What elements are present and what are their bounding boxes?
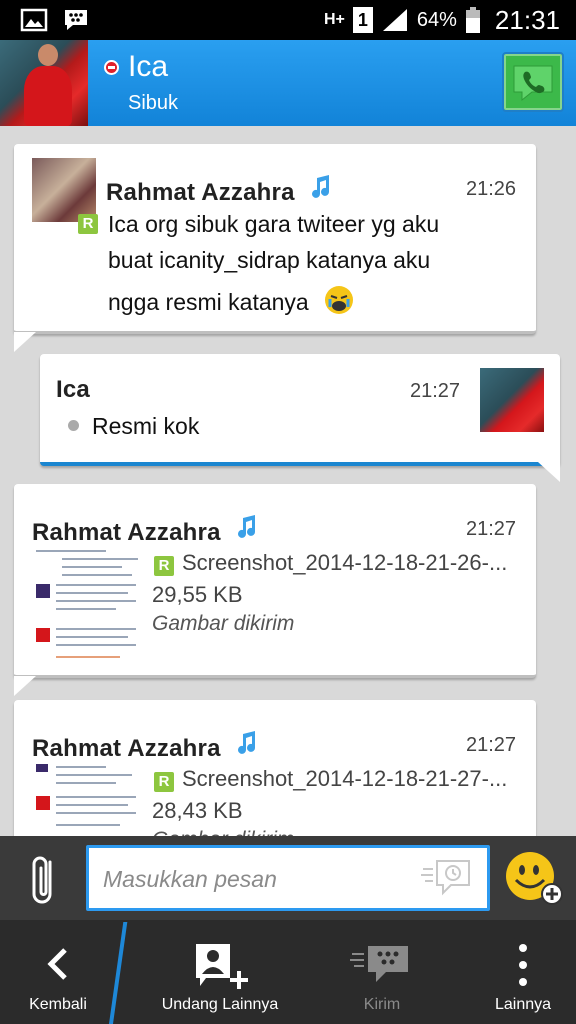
contact-avatar[interactable] <box>0 40 88 126</box>
status-bar: H+ 1 64% 21:31 <box>0 0 576 40</box>
phone-icon <box>513 65 553 102</box>
music-note-icon <box>237 515 255 538</box>
read-receipt-icon: R <box>78 214 98 234</box>
message-time: 21:27 <box>466 518 517 540</box>
bottom-action-bar: Kembali Undang Lainnya Kirim Lainnya <box>0 920 576 1024</box>
chat-screen: H+ 1 64% 21:31 Ica Sibuk Rahmat Azzahra … <box>0 0 576 1024</box>
gallery-icon <box>20 8 48 32</box>
own-avatar[interactable] <box>480 368 544 432</box>
music-note-icon <box>311 175 329 198</box>
network-type: H+ <box>323 11 345 28</box>
file-name: Screenshot_2014-12-18-21-26-... <box>182 550 508 575</box>
invite-others-label: Undang Lainnya <box>161 996 279 1013</box>
speech-bubble-icon <box>421 860 470 896</box>
file-name: Screenshot_2014-12-18-21-27-... <box>182 766 508 791</box>
image-thumbnail[interactable] <box>32 762 144 836</box>
sender-name: Rahmat Azzahra <box>32 735 221 762</box>
sender-name-wrap: Rahmat Azzahra <box>32 730 258 763</box>
contact-status: Sibuk <box>128 92 179 114</box>
message-line: ngga resmi katanya <box>108 289 309 315</box>
invite-contact-icon <box>196 944 248 989</box>
send-label: Kirim <box>363 996 401 1013</box>
back-chevron-icon <box>47 948 67 980</box>
music-note-icon <box>237 731 255 754</box>
bbm-icon <box>65 10 87 30</box>
back-button[interactable]: Kembali <box>0 920 116 1024</box>
message-time: 21:26 <box>466 178 517 200</box>
chat-header <box>0 40 576 126</box>
message-time: 21:27 <box>410 380 461 402</box>
message-bubble-incoming[interactable]: Rahmat Azzahra 21:27 R Screenshot_2014-1… <box>14 700 536 836</box>
message-bubble-outgoing[interactable]: Ica 21:27 Resmi kok <box>40 354 560 466</box>
message-text: R Ica org sibuk gara twiteer yg aku buat … <box>78 206 528 320</box>
attachment-paperclip-icon[interactable] <box>26 852 62 908</box>
sender-name-wrap: Rahmat Azzahra <box>32 514 258 547</box>
clock: 21:31 <box>494 4 560 35</box>
compose-bar: Masukkan pesan <box>0 836 576 920</box>
more-vertical-icon <box>519 944 527 986</box>
file-size: 28,43 KB <box>152 798 243 823</box>
sender-avatar[interactable] <box>32 158 96 222</box>
message-list[interactable]: Rahmat Azzahra 21:26 R Ica org sibuk gara… <box>0 126 576 836</box>
message-bubble-incoming[interactable]: Rahmat Azzahra 21:26 R Ica org sibuk gara… <box>14 144 536 334</box>
sender-name: Ica <box>56 376 90 403</box>
message-input-placeholder: Masukkan pesan <box>103 866 277 892</box>
busy-status-icon <box>104 60 119 75</box>
back-label: Kembali <box>29 996 87 1013</box>
sim-number: 1 <box>357 10 368 30</box>
battery-percent: 64% <box>416 8 457 31</box>
sim-badge: 1 <box>352 7 373 33</box>
sender-name: Rahmat Azzahra <box>106 179 295 206</box>
message-input[interactable]: Masukkan pesan <box>86 845 490 911</box>
send-button[interactable]: Kirim <box>322 920 442 1024</box>
file-size: 29,55 KB <box>152 582 243 607</box>
invite-others-button[interactable]: Undang Lainnya <box>140 920 300 1024</box>
bubble-tail <box>14 332 36 352</box>
read-receipt-icon: R <box>154 556 174 576</box>
more-options-label: Lainnya <box>494 996 552 1013</box>
voice-call-button[interactable] <box>502 52 564 112</box>
message-text: Resmi kok <box>92 413 200 439</box>
crying-face-icon <box>325 286 354 314</box>
message-line: Ica org sibuk gara twiteer yg aku <box>108 211 440 237</box>
message-line: buat icanity_sidrap katanya aku <box>108 247 431 273</box>
signal-icon <box>382 9 407 31</box>
read-receipt-icon: R <box>154 772 174 792</box>
bubble-tail <box>538 462 560 482</box>
contact-name[interactable]: Ica <box>128 50 168 84</box>
message-bubble-incoming[interactable]: Rahmat Azzahra 21:27 R Screenshot_2014-1… <box>14 484 536 678</box>
file-status: Gambar dikirim <box>152 612 295 635</box>
image-thumbnail[interactable] <box>32 546 144 662</box>
more-options-button[interactable]: Lainnya <box>470 920 576 1024</box>
file-status: Gambar dikirim <box>152 828 294 836</box>
add-emoticon-icon[interactable] <box>504 850 564 906</box>
delivery-status-icon <box>68 420 79 431</box>
message-time: 21:27 <box>466 734 517 756</box>
bubble-tail <box>14 676 36 696</box>
sender-name: Rahmat Azzahra <box>32 519 221 546</box>
send-bbm-icon <box>350 946 408 982</box>
sender-name-wrap: Rahmat Azzahra <box>106 174 332 207</box>
battery-icon <box>465 7 480 33</box>
